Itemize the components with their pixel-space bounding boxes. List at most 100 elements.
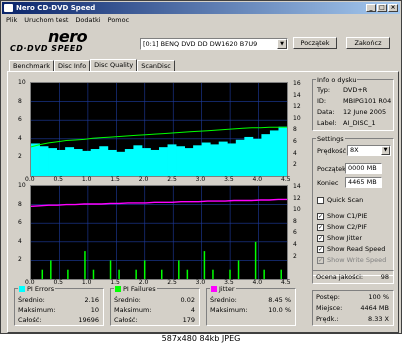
- pie-bar: [261, 134, 271, 176]
- position-value: 4464 MB: [360, 304, 389, 312]
- disc-id-label: ID:: [317, 97, 327, 105]
- pif-bar: [92, 269, 95, 279]
- tick-label: 16: [293, 80, 301, 87]
- pie-bar: [107, 149, 117, 176]
- tab-disc-quality[interactable]: Disc Quality: [90, 59, 138, 71]
- tick-label: 4: [18, 134, 22, 142]
- show-c2-checkbox[interactable]: ✓: [317, 224, 324, 231]
- jitter-box: Jitter Średnio: 8.45 % Maksimum: 10.0 %: [206, 285, 296, 326]
- show-write-checkbox[interactable]: ✓: [317, 257, 324, 264]
- tick-label: 8: [293, 217, 297, 225]
- pi-failures-total-label: Całość:: [114, 316, 138, 324]
- minimize-button[interactable]: _: [366, 4, 376, 12]
- pif-bar: [212, 269, 214, 279]
- end-input[interactable]: 4465 MB: [345, 177, 382, 188]
- disc-quality-panel: 10 8 6 4 2 16 14 12 10 8 6 4 2 0.0 0.5 1.0 1.5 2.0 2.5 3.…: [7, 71, 399, 333]
- stop-button[interactable]: Zakończ: [346, 37, 390, 49]
- menu-bar: Plik Uruchom test Dodatki Pomoc: [3, 15, 129, 25]
- pie-bar: [201, 142, 211, 176]
- pie-bar: [176, 146, 185, 176]
- pie-bar: [252, 138, 262, 176]
- tick-label: 8: [18, 200, 22, 208]
- tick-label: 8: [293, 126, 297, 134]
- pie-bar: [56, 149, 66, 176]
- show-read-checkbox[interactable]: ✓: [317, 246, 324, 253]
- pie-bar: [159, 147, 168, 176]
- tick-label: 10: [293, 206, 301, 214]
- jitter-max: 10.0 %: [268, 306, 291, 314]
- pie-bar: [150, 149, 160, 176]
- tick-label: 14: [293, 183, 301, 190]
- tick-label: 0.0: [25, 176, 35, 183]
- tick-label: 2.5: [167, 176, 177, 183]
- tick-label: 4.0: [252, 176, 263, 183]
- speed-select[interactable]: 8X ▼: [347, 145, 391, 156]
- pif-bar: [109, 260, 112, 279]
- pif-bar: [229, 269, 231, 279]
- pif-bar: [263, 269, 265, 279]
- tab-disc-info[interactable]: Disc Info: [54, 60, 91, 71]
- start-button[interactable]: Początek: [293, 37, 337, 49]
- pif-bar: [84, 251, 86, 279]
- tick-label: 10: [293, 114, 301, 122]
- pie-bar: [116, 151, 126, 176]
- disc-info-group: Info o dysku Typ: DVD+R ID: MBIPG101 R04…: [312, 76, 394, 131]
- drive-select[interactable]: [0:1] BENQ DVD DD DW1620 B7U9 ▼: [140, 38, 288, 50]
- menu-file[interactable]: Plik: [6, 15, 17, 25]
- show-c1-label: Show C1/PIE: [327, 212, 368, 220]
- chevron-down-icon[interactable]: ▼: [277, 39, 287, 49]
- jitter-line: [31, 198, 287, 207]
- pif-bar: [67, 269, 69, 279]
- pie-bar: [141, 148, 151, 176]
- pi-errors-total: 19696: [78, 316, 99, 324]
- pif-bar: [50, 260, 52, 279]
- menu-help[interactable]: Pomoc: [108, 15, 130, 25]
- close-button[interactable]: ×: [388, 4, 398, 12]
- pie-chart: [30, 82, 288, 177]
- show-jitter-checkbox[interactable]: ✓: [317, 235, 324, 242]
- pi-failures-total: 179: [182, 316, 195, 324]
- maximize-button[interactable]: □: [377, 4, 387, 12]
- menu-extras[interactable]: Dodatki: [75, 15, 100, 25]
- tick-label: 0.5: [53, 176, 63, 183]
- tick-label: 2: [18, 153, 22, 161]
- pi-errors-total-label: Całość:: [18, 316, 42, 324]
- pie-chart-svg: [31, 83, 287, 176]
- settings-group: Settings Prędkość 8X ▼ Początek 0000 MB …: [312, 135, 394, 276]
- pi-errors-max: 10: [90, 306, 99, 314]
- quick-scan-checkbox[interactable]: [317, 197, 324, 204]
- progress-label: Postęp:: [316, 293, 340, 301]
- progress-box: Postęp: 100 % Miejsce: 4464 MB Prędk.: 8…: [312, 290, 394, 326]
- pif-bar: [143, 260, 146, 279]
- start-input[interactable]: 0000 MB: [345, 163, 382, 174]
- pie-bar: [244, 136, 254, 176]
- tick-label: 12: [293, 194, 301, 202]
- pie-bar: [235, 139, 245, 176]
- tick-label: 1.0: [81, 176, 92, 183]
- pif-bar: [237, 260, 240, 279]
- tab-scandisc[interactable]: ScanDisc: [137, 60, 175, 71]
- pi-errors-title-wrap: PI Errors: [18, 285, 56, 293]
- tab-benchmark[interactable]: Benchmark: [9, 60, 55, 71]
- tick-label: 2: [18, 256, 22, 264]
- pif-bar: [280, 269, 282, 279]
- chevron-down-icon[interactable]: ▼: [381, 146, 390, 155]
- pif-bar: [161, 269, 163, 279]
- pie-bar: [167, 144, 177, 176]
- pie-bar: [31, 143, 40, 176]
- progress-value: 100 %: [368, 293, 389, 301]
- jitter-title-wrap: Jitter: [210, 285, 236, 293]
- disc-label-label: Label:: [317, 119, 337, 127]
- pie-bar: [73, 149, 83, 176]
- header: nero CD·DVD SPEED [0:1] BENQ DVD DD DW16…: [2, 26, 400, 57]
- tick-label: 2: [293, 161, 297, 169]
- quick-scan-label: Quick Scan: [327, 196, 364, 204]
- pie-bar: [82, 150, 92, 176]
- pie-bar: [210, 144, 220, 176]
- show-c1-checkbox[interactable]: ✓: [317, 213, 324, 220]
- pi-failures-title-wrap: PI Failures: [114, 285, 157, 293]
- pi-failures-max: 4: [190, 306, 195, 314]
- menu-run-test[interactable]: Uruchom test: [24, 15, 68, 25]
- tick-label: 4.5: [281, 279, 291, 286]
- pi-failures-box: PI Failures Średnio: 0.02 Maksimum: 4 Ca…: [110, 285, 200, 326]
